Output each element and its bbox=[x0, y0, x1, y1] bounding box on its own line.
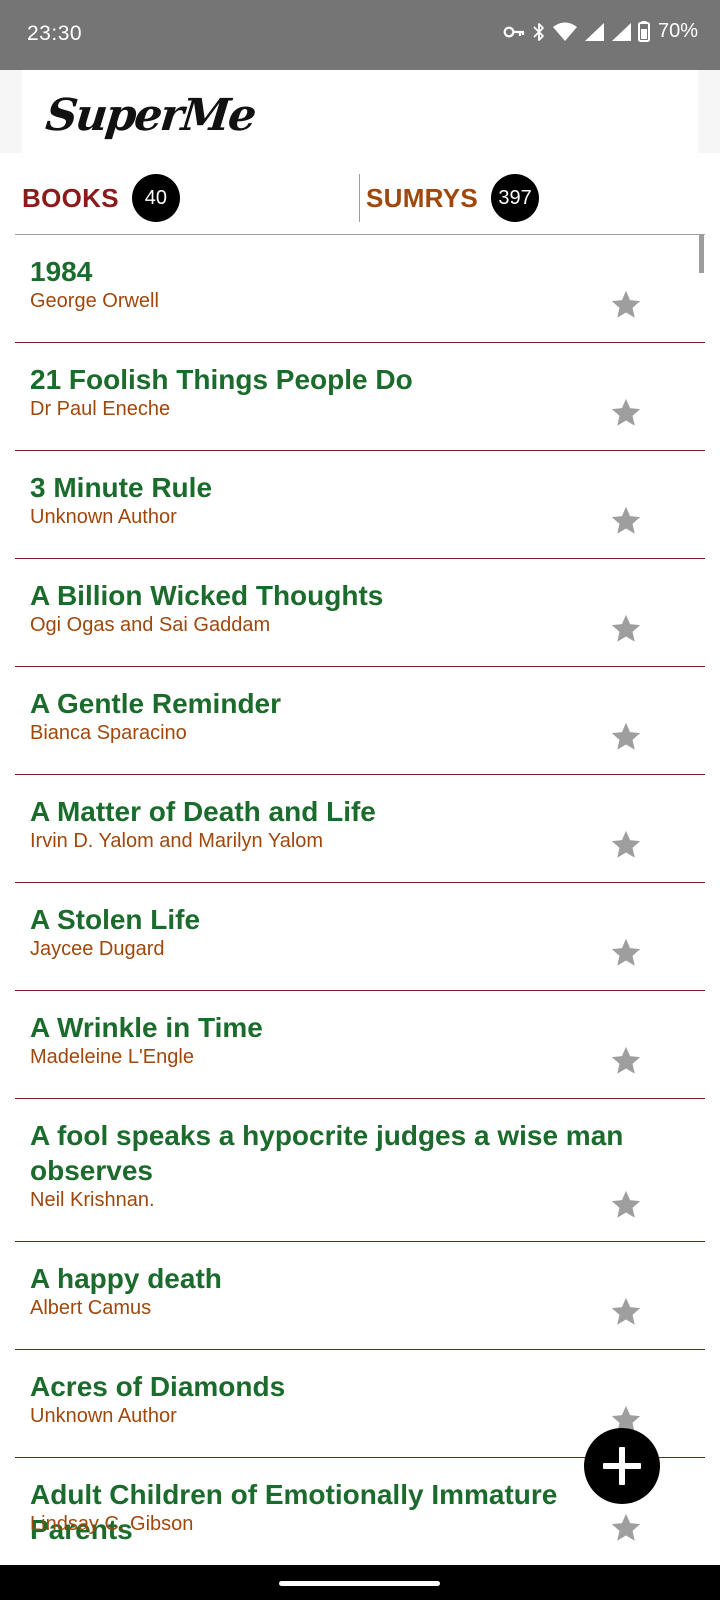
book-author: Unknown Author bbox=[30, 506, 177, 528]
tab-sumrys-label: SUMRYS bbox=[366, 182, 479, 213]
book-author: Lindsay C. Gibson bbox=[30, 1513, 194, 1535]
book-list[interactable]: 1984 George Orwell 21 Foolish Things Peopl… bbox=[15, 235, 705, 1565]
book-title: 3 Minute Rule bbox=[30, 472, 213, 503]
book-list-item[interactable]: A Billion Wicked Thoughts Ogi Ogas and Sa… bbox=[15, 559, 705, 667]
book-author: Madeleine L'Engle bbox=[30, 1046, 194, 1068]
cell-signal-icon bbox=[584, 22, 604, 41]
book-author: Irvin D. Yalom and Marilyn Yalom bbox=[30, 830, 324, 852]
favorite-star-icon[interactable] bbox=[609, 396, 643, 430]
header-margin-left bbox=[0, 70, 22, 153]
favorite-star-icon[interactable] bbox=[609, 1511, 643, 1545]
status-bar: 23:30 70% bbox=[0, 0, 720, 70]
home-gesture-handle[interactable] bbox=[279, 1581, 440, 1586]
book-title: 21 Foolish Things People Do bbox=[30, 364, 413, 395]
book-list-item[interactable]: 3 Minute Rule Unknown Author bbox=[15, 451, 705, 559]
battery-icon bbox=[637, 21, 650, 42]
tab-bar: BOOKS 40 SUMRYS 397 bbox=[0, 153, 720, 235]
book-title: A Wrinkle in Time bbox=[30, 1012, 263, 1043]
header-margin-right bbox=[698, 70, 720, 153]
book-author: Dr Paul Eneche bbox=[30, 398, 171, 420]
favorite-star-icon[interactable] bbox=[609, 1188, 643, 1222]
book-author: Albert Camus bbox=[30, 1297, 152, 1319]
battery-percent: 70% bbox=[657, 20, 698, 42]
bluetooth-icon bbox=[533, 22, 544, 41]
favorite-star-icon[interactable] bbox=[609, 612, 643, 646]
favorite-star-icon[interactable] bbox=[609, 720, 643, 754]
book-author: Unknown Author bbox=[30, 1405, 177, 1427]
status-time: 23:30 bbox=[27, 22, 83, 45]
book-author: George Orwell bbox=[30, 290, 159, 312]
scrollbar-thumb[interactable] bbox=[699, 234, 704, 273]
navigation-bar bbox=[0, 1565, 720, 1600]
favorite-star-icon[interactable] bbox=[609, 828, 643, 862]
book-list-item[interactable]: A fool speaks a hypocrite judges a wise … bbox=[15, 1099, 705, 1242]
book-title: A happy death bbox=[30, 1263, 222, 1294]
plus-icon bbox=[603, 1447, 641, 1485]
book-title: A Billion Wicked Thoughts bbox=[30, 580, 384, 611]
book-author: Jaycee Dugard bbox=[30, 938, 165, 960]
book-author: Bianca Sparacino bbox=[30, 722, 187, 744]
vpn-key-icon bbox=[503, 26, 525, 37]
favorite-star-icon[interactable] bbox=[609, 936, 643, 970]
books-count-badge: 40 bbox=[131, 174, 180, 222]
add-book-button[interactable] bbox=[584, 1428, 660, 1504]
favorite-star-icon[interactable] bbox=[609, 504, 643, 538]
cell-signal-icon bbox=[611, 22, 631, 41]
book-list-item[interactable]: A Matter of Death and Life Irvin D. Yalom… bbox=[15, 775, 705, 883]
favorite-star-icon[interactable] bbox=[609, 1044, 643, 1078]
book-title: A Matter of Death and Life bbox=[30, 796, 376, 827]
book-list-item[interactable]: A Stolen Life Jaycee Dugard bbox=[15, 883, 705, 991]
wifi-icon bbox=[552, 22, 577, 41]
book-list-item[interactable]: 1984 George Orwell bbox=[15, 235, 705, 343]
tab-sumrys[interactable]: SUMRYS 397 bbox=[366, 174, 540, 222]
book-title: A fool speaks a hypocrite judges a wise … bbox=[30, 1120, 624, 1186]
tab-books[interactable]: BOOKS 40 bbox=[22, 174, 180, 222]
book-title: Adult Children of Emotionally Immature P… bbox=[30, 1479, 558, 1545]
app-header: SuperMe bbox=[22, 70, 698, 153]
book-title: A Stolen Life bbox=[30, 904, 201, 935]
app-logo: SuperMe bbox=[43, 90, 258, 141]
book-author: Neil Krishnan. bbox=[30, 1189, 155, 1211]
book-author: Ogi Ogas and Sai Gaddam bbox=[30, 614, 271, 636]
tab-books-label: BOOKS bbox=[22, 182, 119, 213]
book-list-item[interactable]: 21 Foolish Things People Do Dr Paul Enech… bbox=[15, 343, 705, 451]
favorite-star-icon[interactable] bbox=[609, 1295, 643, 1329]
sumrys-count-badge: 397 bbox=[491, 174, 540, 222]
book-list-item[interactable]: A Gentle Reminder Bianca Sparacino bbox=[15, 667, 705, 775]
favorite-star-icon[interactable] bbox=[609, 288, 643, 322]
status-icons: 70% bbox=[503, 20, 698, 43]
book-list-item[interactable]: A Wrinkle in Time Madeleine L'Engle bbox=[15, 991, 705, 1099]
book-title: A Gentle Reminder bbox=[30, 688, 282, 719]
book-list-item[interactable]: A happy death Albert Camus bbox=[15, 1242, 705, 1350]
book-title: 1984 bbox=[30, 256, 93, 287]
book-title: Acres of Diamonds bbox=[30, 1371, 286, 1402]
tab-divider bbox=[359, 174, 360, 222]
